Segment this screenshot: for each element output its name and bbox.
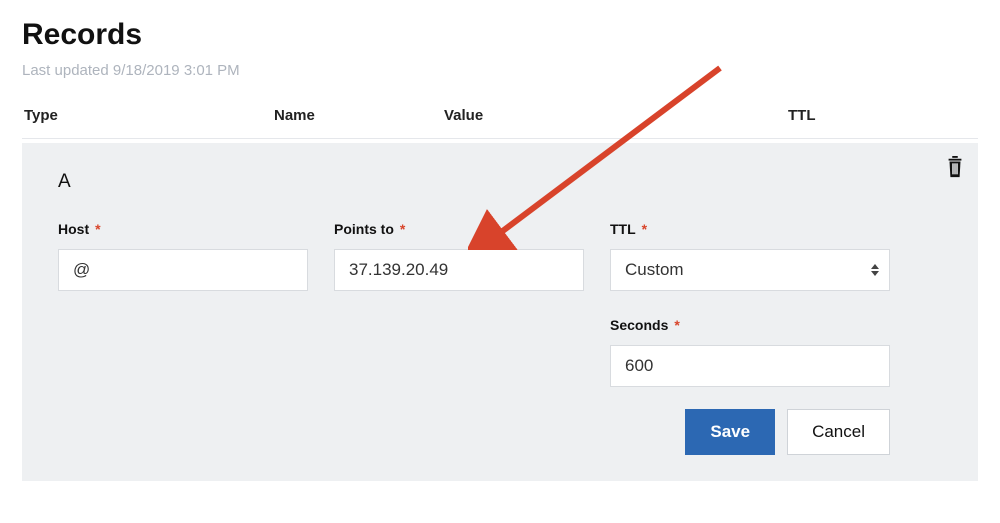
select-caret-icon xyxy=(871,264,879,276)
col-name: Name xyxy=(274,107,444,124)
col-type: Type xyxy=(22,107,274,124)
table-header: Type Name Value TTL xyxy=(22,101,978,139)
record-card: A Host * @ Points to * 37.139.20.49 TTL xyxy=(22,143,978,481)
points-to-label: Points to * xyxy=(334,221,584,237)
points-to-input[interactable]: 37.139.20.49 xyxy=(334,249,584,291)
points-to-label-text: Points to xyxy=(334,221,394,237)
host-label: Host * xyxy=(58,221,308,237)
last-updated-prefix: Last updated xyxy=(22,62,113,79)
ttl-label-text: TTL xyxy=(610,221,636,237)
delete-record-button[interactable] xyxy=(944,155,966,184)
required-marker: * xyxy=(642,221,647,237)
required-marker: * xyxy=(400,221,405,237)
page-title: Records xyxy=(22,18,978,52)
seconds-label: Seconds * xyxy=(610,317,890,333)
trash-icon xyxy=(944,155,966,179)
seconds-label-text: Seconds xyxy=(610,317,668,333)
last-updated-ts: 9/18/2019 3:01 PM xyxy=(113,62,240,79)
host-input[interactable]: @ xyxy=(58,249,308,291)
ttl-select[interactable]: Custom xyxy=(610,249,890,291)
record-type: A xyxy=(58,171,942,193)
cancel-button[interactable]: Cancel xyxy=(787,409,890,455)
col-value: Value xyxy=(444,107,788,124)
col-ttl: TTL xyxy=(788,107,978,124)
last-updated: Last updated 9/18/2019 3:01 PM xyxy=(22,62,978,79)
ttl-label: TTL * xyxy=(610,221,890,237)
required-marker: * xyxy=(95,221,100,237)
required-marker: * xyxy=(674,317,679,333)
host-label-text: Host xyxy=(58,221,89,237)
ttl-selected-value: Custom xyxy=(625,260,684,279)
save-button[interactable]: Save xyxy=(685,409,775,455)
seconds-input[interactable]: 600 xyxy=(610,345,890,387)
